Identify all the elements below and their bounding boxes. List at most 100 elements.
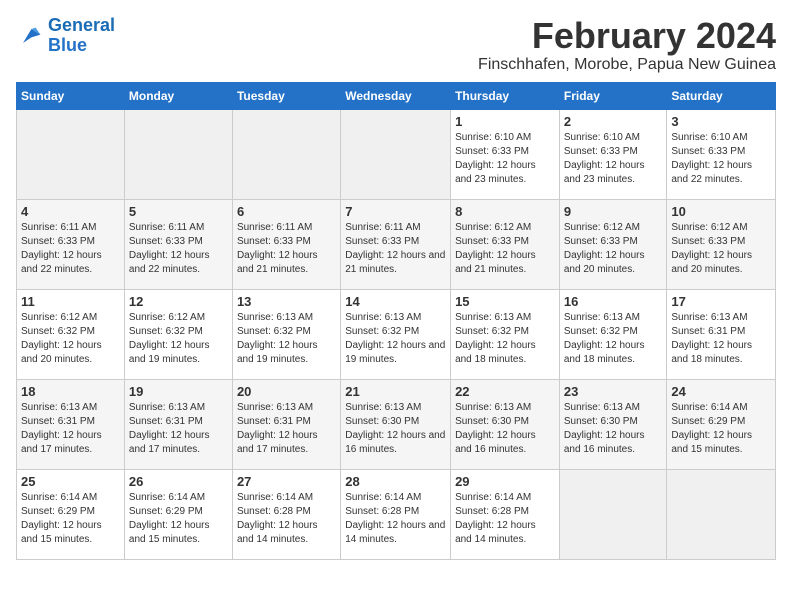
day-number: 4 bbox=[21, 204, 120, 219]
table-row: 14 Sunrise: 6:13 AMSunset: 6:32 PMDayligh… bbox=[341, 289, 451, 379]
table-row bbox=[17, 109, 125, 199]
logo-line1: General bbox=[48, 15, 115, 35]
table-row: 20Sunrise: 6:13 AMSunset: 6:31 PMDayligh… bbox=[232, 379, 340, 469]
day-number: 10 bbox=[671, 204, 771, 219]
day-info: Sunrise: 6:13 AMSunset: 6:31 PMDaylight:… bbox=[21, 401, 120, 457]
day-number: 7 bbox=[345, 204, 446, 219]
col-tuesday: Tuesday bbox=[232, 82, 340, 109]
day-info: Sunrise: 6:11 AMSunset: 6:33 PMDaylight:… bbox=[21, 221, 120, 277]
col-saturday: Saturday bbox=[667, 82, 776, 109]
table-row: 29 Sunrise: 6:14 AMSunset: 6:28 PMDayligh… bbox=[451, 469, 560, 559]
day-number: 13 bbox=[237, 294, 336, 309]
col-sunday: Sunday bbox=[17, 82, 125, 109]
day-info: Sunrise: 6:12 AMSunset: 6:33 PMDaylight:… bbox=[564, 221, 663, 277]
day-number: 25 bbox=[21, 474, 120, 489]
table-row: 1 Sunrise: 6:10 AMSunset: 6:33 PMDaylight… bbox=[451, 109, 560, 199]
calendar-body: 1 Sunrise: 6:10 AMSunset: 6:33 PMDaylight… bbox=[17, 109, 776, 559]
day-info: Sunrise: 6:13 AMSunset: 6:32 PMDaylight:… bbox=[455, 311, 555, 367]
calendar-week-2: 4 Sunrise: 6:11 AMSunset: 6:33 PMDaylight… bbox=[17, 199, 776, 289]
day-number: 26 bbox=[129, 474, 228, 489]
calendar-week-5: 25 Sunrise: 6:14 AMSunset: 6:29 PMDayligh… bbox=[17, 469, 776, 559]
col-friday: Friday bbox=[559, 82, 667, 109]
table-row: 12 Sunrise: 6:12 AMSunset: 6:32 PMDayligh… bbox=[124, 289, 232, 379]
day-number: 9 bbox=[564, 204, 663, 219]
day-number: 8 bbox=[455, 204, 555, 219]
day-info: Sunrise: 6:13 AMSunset: 6:30 PMDaylight:… bbox=[455, 401, 555, 457]
calendar-week-4: 18 Sunrise: 6:13 AMSunset: 6:31 PMDayligh… bbox=[17, 379, 776, 469]
day-number: 20 bbox=[237, 384, 336, 399]
table-row bbox=[667, 469, 776, 559]
table-row bbox=[559, 469, 667, 559]
day-info: Sunrise: 6:12 AMSunset: 6:32 PMDaylight:… bbox=[129, 311, 228, 367]
day-number: 5 bbox=[129, 204, 228, 219]
header: General Blue February 2024 Finschhafen, … bbox=[16, 16, 776, 74]
day-number: 23 bbox=[564, 384, 663, 399]
day-info: Sunrise: 6:14 AMSunset: 6:29 PMDaylight:… bbox=[129, 491, 228, 547]
logo-line2: Blue bbox=[48, 35, 87, 55]
table-row: 26 Sunrise: 6:14 AMSunset: 6:29 PMDayligh… bbox=[124, 469, 232, 559]
day-info: Sunrise: 6:10 AMSunset: 6:33 PMDaylight:… bbox=[564, 131, 663, 187]
day-info: Sunrise: 6:11 AMSunset: 6:33 PMDaylight:… bbox=[345, 221, 446, 277]
day-info: Sunrise: 6:13 AMSunset: 6:31 PMDaylight:… bbox=[671, 311, 771, 367]
table-row: 22 Sunrise: 6:13 AMSunset: 6:30 PMDayligh… bbox=[451, 379, 560, 469]
day-info: Sunrise: 6:14 AMSunset: 6:28 PMDaylight:… bbox=[455, 491, 555, 547]
day-info: Sunrise: 6:14 AMSunset: 6:28 PMDaylight:… bbox=[237, 491, 336, 547]
day-number: 29 bbox=[455, 474, 555, 489]
day-info: Sunrise: 6:13 AMSunset: 6:30 PMDaylight:… bbox=[564, 401, 663, 457]
day-number: 22 bbox=[455, 384, 555, 399]
table-row: 7 Sunrise: 6:11 AMSunset: 6:33 PMDaylight… bbox=[341, 199, 451, 289]
location-title: Finschhafen, Morobe, Papua New Guinea bbox=[478, 56, 776, 74]
table-row: 13 Sunrise: 6:13 AMSunset: 6:32 PMDayligh… bbox=[232, 289, 340, 379]
header-row: Sunday Monday Tuesday Wednesday Thursday… bbox=[17, 82, 776, 109]
calendar-week-3: 11 Sunrise: 6:12 AMSunset: 6:32 PMDayligh… bbox=[17, 289, 776, 379]
day-number: 16 bbox=[564, 294, 663, 309]
title-section: February 2024 Finschhafen, Morobe, Papua… bbox=[478, 16, 776, 74]
day-info: Sunrise: 6:12 AMSunset: 6:33 PMDaylight:… bbox=[455, 221, 555, 277]
table-row: 15Sunrise: 6:13 AMSunset: 6:32 PMDayligh… bbox=[451, 289, 560, 379]
calendar-week-1: 1 Sunrise: 6:10 AMSunset: 6:33 PMDaylight… bbox=[17, 109, 776, 199]
day-number: 18 bbox=[21, 384, 120, 399]
table-row: 21 Sunrise: 6:13 AMSunset: 6:30 PMDayligh… bbox=[341, 379, 451, 469]
table-row bbox=[341, 109, 451, 199]
month-title: February 2024 bbox=[478, 16, 776, 56]
table-row: 11 Sunrise: 6:12 AMSunset: 6:32 PMDayligh… bbox=[17, 289, 125, 379]
table-row: 5Sunrise: 6:11 AMSunset: 6:33 PMDaylight… bbox=[124, 199, 232, 289]
day-number: 28 bbox=[345, 474, 446, 489]
day-number: 19 bbox=[129, 384, 228, 399]
table-row: 27 Sunrise: 6:14 AMSunset: 6:28 PMDayligh… bbox=[232, 469, 340, 559]
day-number: 2 bbox=[564, 114, 663, 129]
table-row: 4 Sunrise: 6:11 AMSunset: 6:33 PMDaylight… bbox=[17, 199, 125, 289]
day-info: Sunrise: 6:13 AMSunset: 6:31 PMDaylight:… bbox=[129, 401, 228, 457]
day-number: 21 bbox=[345, 384, 446, 399]
day-number: 12 bbox=[129, 294, 228, 309]
table-row: 9 Sunrise: 6:12 AMSunset: 6:33 PMDaylight… bbox=[559, 199, 667, 289]
day-info: Sunrise: 6:14 AMSunset: 6:29 PMDaylight:… bbox=[21, 491, 120, 547]
table-row bbox=[232, 109, 340, 199]
day-info: Sunrise: 6:12 AMSunset: 6:33 PMDaylight:… bbox=[671, 221, 771, 277]
table-row: 23 Sunrise: 6:13 AMSunset: 6:30 PMDayligh… bbox=[559, 379, 667, 469]
col-thursday: Thursday bbox=[451, 82, 560, 109]
day-number: 14 bbox=[345, 294, 446, 309]
day-info: Sunrise: 6:12 AMSunset: 6:32 PMDaylight:… bbox=[21, 311, 120, 367]
table-row: 2 Sunrise: 6:10 AMSunset: 6:33 PMDaylight… bbox=[559, 109, 667, 199]
table-row: 10 Sunrise: 6:12 AMSunset: 6:33 PMDayligh… bbox=[667, 199, 776, 289]
logo-bird-icon bbox=[16, 22, 44, 50]
logo-text: General Blue bbox=[48, 16, 115, 56]
table-row: 17Sunrise: 6:13 AMSunset: 6:31 PMDayligh… bbox=[667, 289, 776, 379]
table-row: 24Sunrise: 6:14 AMSunset: 6:29 PMDayligh… bbox=[667, 379, 776, 469]
day-info: Sunrise: 6:13 AMSunset: 6:30 PMDaylight:… bbox=[345, 401, 446, 457]
table-row: 16 Sunrise: 6:13 AMSunset: 6:32 PMDayligh… bbox=[559, 289, 667, 379]
day-info: Sunrise: 6:10 AMSunset: 6:33 PMDaylight:… bbox=[455, 131, 555, 187]
table-row: 25 Sunrise: 6:14 AMSunset: 6:29 PMDayligh… bbox=[17, 469, 125, 559]
day-number: 1 bbox=[455, 114, 555, 129]
day-number: 11 bbox=[21, 294, 120, 309]
day-info: Sunrise: 6:14 AMSunset: 6:28 PMDaylight:… bbox=[345, 491, 446, 547]
table-row bbox=[124, 109, 232, 199]
day-number: 24 bbox=[671, 384, 771, 399]
day-info: Sunrise: 6:13 AMSunset: 6:32 PMDaylight:… bbox=[345, 311, 446, 367]
day-info: Sunrise: 6:13 AMSunset: 6:32 PMDaylight:… bbox=[564, 311, 663, 367]
table-row: 3Sunrise: 6:10 AMSunset: 6:33 PMDaylight… bbox=[667, 109, 776, 199]
table-row: 18 Sunrise: 6:13 AMSunset: 6:31 PMDayligh… bbox=[17, 379, 125, 469]
day-number: 27 bbox=[237, 474, 336, 489]
day-info: Sunrise: 6:13 AMSunset: 6:32 PMDaylight:… bbox=[237, 311, 336, 367]
